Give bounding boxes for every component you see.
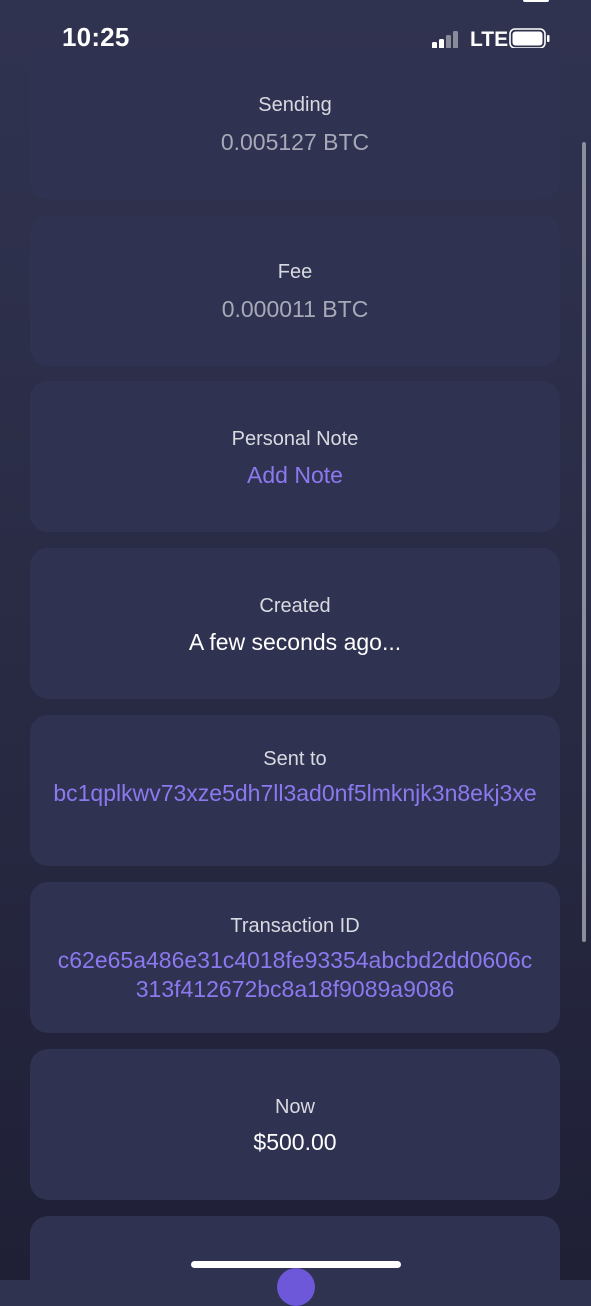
fee-amount: 0.000011 BTC bbox=[221, 296, 369, 322]
sent-to-card: Sent to bc1qplkwv73xze5dh7ll3ad0nf5lmknj… bbox=[30, 715, 560, 866]
top-indicator bbox=[523, 0, 549, 2]
scrollbar[interactable] bbox=[582, 142, 586, 942]
created-card: Created A few seconds ago... bbox=[30, 548, 560, 699]
sending-card: Sending 0.005127 BTC bbox=[30, 48, 560, 199]
add-note-button[interactable]: Add Note bbox=[30, 462, 560, 489]
recipient-address[interactable]: bc1qplkwv73xze5dh7ll3ad0nf5lmknjk3n8ekj3… bbox=[52, 779, 538, 808]
sending-amount: 0.005127 BTC bbox=[220, 129, 370, 155]
personal-note-label: Personal Note bbox=[231, 428, 359, 450]
now-value: $500.00 bbox=[253, 1129, 337, 1155]
sent-to-label: Sent to bbox=[263, 748, 327, 770]
now-label: Now bbox=[274, 1096, 315, 1118]
now-value-card: Now $500.00 bbox=[30, 1049, 560, 1200]
signal-icon bbox=[432, 31, 462, 49]
floating-action-button[interactable] bbox=[277, 1268, 315, 1306]
fee-label: Fee bbox=[277, 261, 313, 283]
personal-note-card: Personal Note Add Note bbox=[30, 381, 560, 532]
created-label: Created bbox=[259, 595, 331, 617]
home-indicator[interactable] bbox=[191, 1261, 401, 1268]
transaction-id-card: Transaction ID c62e65a486e31c4018fe93354… bbox=[30, 882, 560, 1033]
transaction-id-value[interactable]: c62e65a486e31c4018fe93354abcbd2dd0606c31… bbox=[52, 946, 538, 1004]
transaction-id-label: Transaction ID bbox=[230, 915, 360, 937]
fee-card: Fee 0.000011 BTC bbox=[30, 215, 560, 366]
sending-label: Sending bbox=[258, 94, 332, 116]
battery-icon bbox=[509, 28, 550, 49]
created-value: A few seconds ago... bbox=[188, 629, 402, 655]
